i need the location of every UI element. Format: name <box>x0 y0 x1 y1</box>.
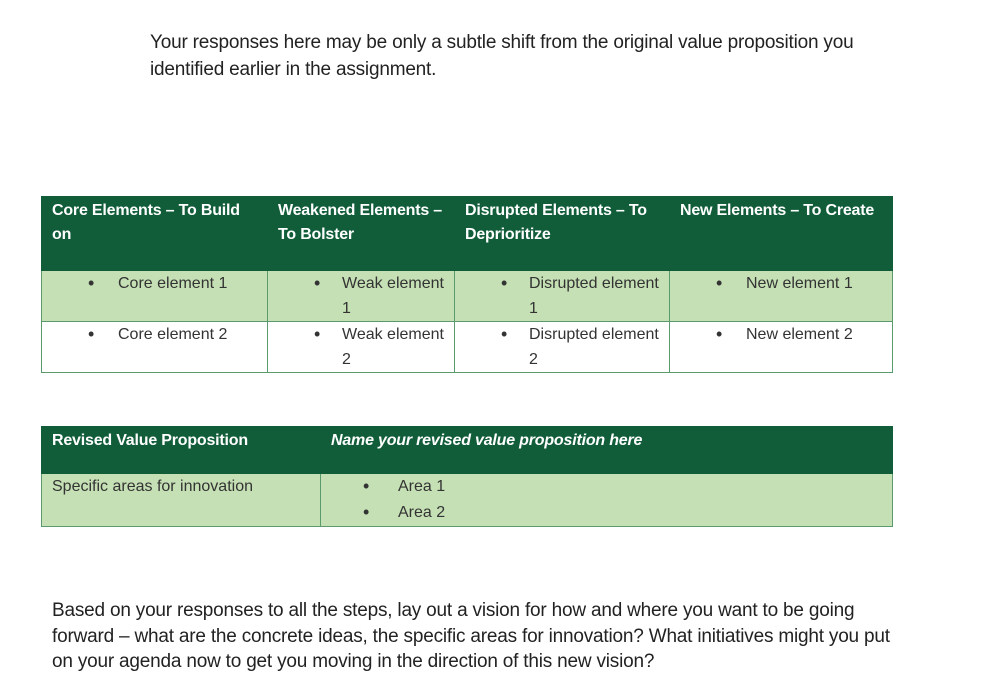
header-new-elements: New Elements – To Create <box>669 196 893 271</box>
list-item: Area 2 <box>398 504 446 521</box>
table-cell[interactable]: Disrupted element 2 <box>454 321 670 373</box>
elements-table: Core Elements – To Build on Weakened Ele… <box>41 196 893 373</box>
table-cell[interactable]: Weak element 1 <box>267 270 455 322</box>
intro-paragraph: Your responses here may be only a subtle… <box>150 32 854 80</box>
table-cell[interactable]: New element 2 <box>669 321 893 373</box>
table-row: Core element 1 Weak element 1 Disrupted … <box>41 270 893 322</box>
header-core-elements: Core Elements – To Build on <box>41 196 268 271</box>
value-proposition-header-row: Revised Value Proposition Name your revi… <box>41 426 893 474</box>
table-cell[interactable]: Core element 1 <box>41 270 268 322</box>
vision-paragraph: Based on your responses to all the steps… <box>52 600 890 672</box>
revised-value-proposition-label: Revised Value Proposition <box>41 426 321 474</box>
table-row: Core element 2 Weak element 2 Disrupted … <box>41 321 893 373</box>
table-cell[interactable]: Core element 2 <box>41 321 268 373</box>
table-row: Specific areas for innovation Area 1 Are… <box>41 473 893 527</box>
value-proposition-table: Revised Value Proposition Name your revi… <box>41 426 893 527</box>
innovation-areas-cell[interactable]: Area 1 Area 2 <box>320 473 893 527</box>
table-cell[interactable]: Weak element 2 <box>267 321 455 373</box>
elements-header-row: Core Elements – To Build on Weakened Ele… <box>41 196 893 271</box>
header-weakened-elements: Weakened Elements – To Bolster <box>267 196 455 271</box>
value-proposition-name-field[interactable]: Name your revised value proposition here <box>320 426 893 474</box>
table-cell[interactable]: Disrupted element 1 <box>454 270 670 322</box>
table-cell[interactable]: New element 1 <box>669 270 893 322</box>
list-item: Area 1 <box>398 478 446 495</box>
innovation-areas-label: Specific areas for innovation <box>41 473 321 527</box>
header-disrupted-elements: Disrupted Elements – To Deprioritize <box>454 196 670 271</box>
